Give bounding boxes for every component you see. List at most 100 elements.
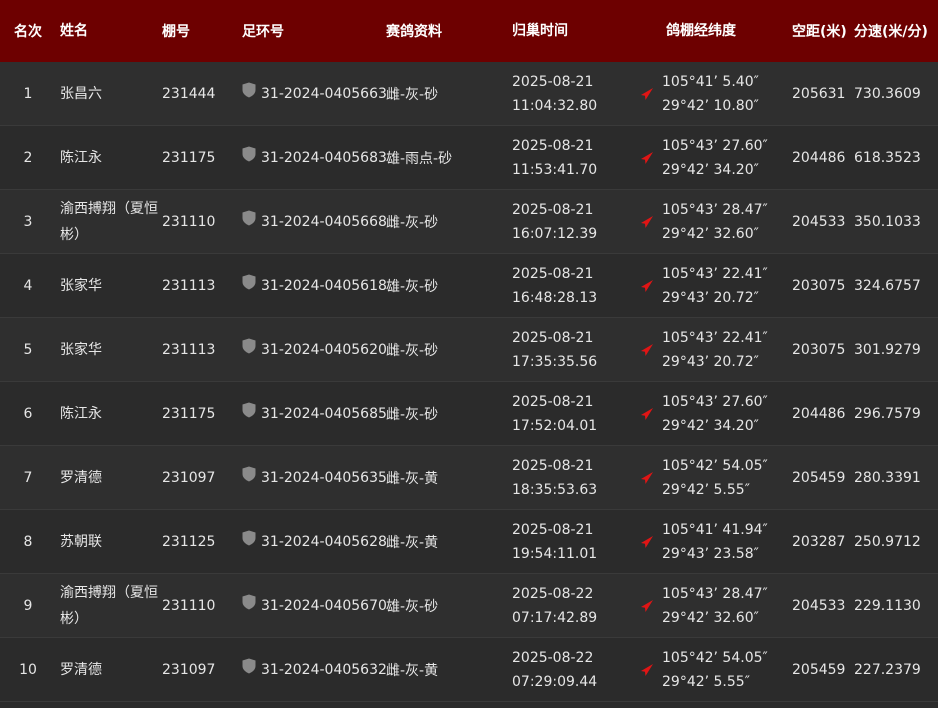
cell-info: 雌-灰-砂	[386, 86, 439, 103]
ring-number: 31-2024-0405663	[261, 85, 387, 102]
header-time[interactable]: 归巢时间	[506, 19, 650, 43]
cell-info: 雌-灰-黄	[386, 470, 439, 487]
location-arrow-icon[interactable]	[640, 279, 654, 293]
cell-loft: 231097	[162, 661, 216, 678]
cell-loft: 231097	[162, 469, 216, 486]
location-arrow-icon[interactable]	[640, 535, 654, 549]
shield-icon	[242, 274, 256, 289]
cell-speed: 350.1033	[854, 213, 921, 230]
table-row[interactable]: 3 渝西搏翔（夏恒彬） 231110 31-2024-0405668 雌-灰-砂…	[0, 190, 938, 254]
cell-distance: 204533	[792, 213, 846, 230]
cell-ring: 31-2024-0405620	[240, 338, 387, 358]
cell-speed: 618.3523	[854, 149, 921, 166]
return-clock: 17:35:35.56	[512, 353, 598, 370]
latitude: 29°42’ 32.60″	[662, 225, 759, 242]
return-clock: 17:52:04.01	[512, 417, 598, 434]
location-arrow-icon[interactable]	[640, 599, 654, 613]
cell-info: 雌-灰-砂	[386, 214, 439, 231]
location-arrow-icon[interactable]	[640, 151, 654, 165]
cell-distance: 205459	[792, 469, 846, 486]
return-date: 2025-08-21	[512, 265, 594, 282]
cell-name: 苏朝联	[60, 533, 102, 550]
cell-distance: 205459	[792, 661, 846, 678]
cell-ring: 31-2024-0405635	[240, 466, 387, 486]
longitude: 105°43’ 28.47″	[662, 201, 768, 218]
longitude: 105°42’ 54.05″	[662, 457, 768, 474]
table-row[interactable]: 9 渝西搏翔（夏恒彬） 231110 31-2024-0405670 雄-灰-砂…	[0, 574, 938, 638]
ring-number: 31-2024-0405618	[261, 277, 387, 294]
cell-distance: 203287	[792, 533, 846, 550]
cell-geo: 105°41’ 41.94″ 29°43’ 23.58″	[641, 518, 784, 566]
cell-ring: 31-2024-0405632	[240, 658, 387, 678]
header-speed[interactable]: 分速(米/分)	[854, 21, 938, 41]
longitude: 105°42’ 54.05″	[662, 649, 768, 666]
header-loft[interactable]: 棚号	[158, 21, 240, 41]
location-arrow-icon[interactable]	[640, 87, 654, 101]
cell-ring: 31-2024-0405618	[240, 274, 387, 294]
location-arrow-icon[interactable]	[640, 407, 654, 421]
table-row[interactable]: 6 陈江永 231175 31-2024-0405685 雌-灰-砂 2025-…	[0, 382, 938, 446]
ring-number: 31-2024-0405620	[261, 341, 387, 358]
cell-loft: 231113	[162, 341, 216, 358]
cell-info: 雌-灰-砂	[386, 342, 439, 359]
return-clock: 07:29:09.44	[512, 673, 598, 690]
return-clock: 11:53:41.70	[512, 161, 598, 178]
cell-speed: 324.6757	[854, 277, 921, 294]
cell-name: 张家华	[60, 277, 102, 294]
return-date: 2025-08-21	[512, 201, 594, 218]
cell-time: 2025-08-21 16:07:12.39	[506, 198, 650, 246]
cell-loft: 231110	[162, 597, 216, 614]
table-row[interactable]: 8 苏朝联 231125 31-2024-0405628 雌-灰-黄 2025-…	[0, 510, 938, 574]
return-clock: 19:54:11.01	[512, 545, 598, 562]
location-arrow-icon[interactable]	[640, 663, 654, 677]
table-row[interactable]: 2 陈江永 231175 31-2024-0405683 雄-雨点-砂 2025…	[0, 126, 938, 190]
cell-geo: 105°43’ 28.47″ 29°42’ 32.60″	[641, 582, 784, 630]
return-date: 2025-08-22	[512, 585, 594, 602]
return-date: 2025-08-21	[512, 137, 594, 154]
cell-geo: 105°42’ 54.05″ 29°42’ 5.55″	[641, 646, 784, 694]
cell-geo: 105°41’ 5.40″ 29°42’ 10.80″	[641, 70, 784, 118]
cell-speed: 301.9279	[854, 341, 921, 358]
cell-speed: 296.7579	[854, 405, 921, 422]
cell-info: 雌-灰-黄	[386, 534, 439, 551]
header-ring[interactable]: 足环号	[240, 21, 384, 41]
cell-distance: 203075	[792, 277, 846, 294]
cell-loft: 231125	[162, 533, 216, 550]
latitude: 29°42’ 32.60″	[662, 609, 759, 626]
return-clock: 07:17:42.89	[512, 609, 598, 626]
header-info[interactable]: 赛鸽资料	[384, 21, 506, 41]
table-row[interactable]: 1 张昌六 231444 31-2024-0405663 雌-灰-砂 2025-…	[0, 62, 938, 126]
latitude: 29°43’ 20.72″	[662, 289, 759, 306]
cell-geo: 105°43’ 22.41″ 29°43’ 20.72″	[641, 326, 784, 374]
cell-geo: 105°43’ 27.60″ 29°42’ 34.20″	[641, 390, 784, 438]
ring-number: 31-2024-0405632	[261, 661, 387, 678]
return-date: 2025-08-22	[512, 649, 594, 666]
header-name[interactable]: 姓名	[56, 18, 158, 44]
longitude: 105°43’ 27.60″	[662, 137, 768, 154]
cell-rank: 10	[19, 661, 37, 678]
cell-geo: 105°42’ 54.05″ 29°42’ 5.55″	[641, 454, 784, 502]
table-header: 名次 姓名 棚号 足环号 赛鸽资料 归巢时间 鸽棚经纬度 空距(米) 分速(米/…	[0, 0, 938, 62]
table-row[interactable]: 5 张家华 231113 31-2024-0405620 雌-灰-砂 2025-…	[0, 318, 938, 382]
table-row[interactable]: 10 罗清德 231097 31-2024-0405632 雌-灰-黄 2025…	[0, 638, 938, 702]
header-distance[interactable]: 空距(米)	[784, 21, 854, 41]
cell-ring: 31-2024-0405628	[240, 530, 387, 550]
latitude: 29°43’ 23.58″	[662, 545, 759, 562]
cell-time: 2025-08-22 07:29:09.44	[506, 646, 650, 694]
table-row[interactable]: 7 罗清德 231097 31-2024-0405635 雌-灰-黄 2025-…	[0, 446, 938, 510]
return-date: 2025-08-21	[512, 393, 594, 410]
location-arrow-icon[interactable]	[640, 343, 654, 357]
location-arrow-icon[interactable]	[640, 215, 654, 229]
ring-number: 31-2024-0405670	[261, 597, 387, 614]
latitude: 29°42’ 34.20″	[662, 417, 759, 434]
cell-rank: 8	[23, 533, 33, 550]
latitude: 29°42’ 5.55″	[662, 673, 750, 690]
cell-ring: 31-2024-0405683	[240, 146, 387, 166]
header-rank[interactable]: 名次	[0, 21, 56, 41]
longitude: 105°43’ 27.60″	[662, 393, 768, 410]
location-arrow-icon[interactable]	[640, 471, 654, 485]
table-row[interactable]: 4 张家华 231113 31-2024-0405618 雄-灰-砂 2025-…	[0, 254, 938, 318]
header-geo[interactable]: 鸽棚经纬度	[650, 19, 784, 43]
cell-time: 2025-08-22 07:17:42.89	[506, 582, 650, 630]
cell-info: 雌-灰-黄	[386, 662, 439, 679]
